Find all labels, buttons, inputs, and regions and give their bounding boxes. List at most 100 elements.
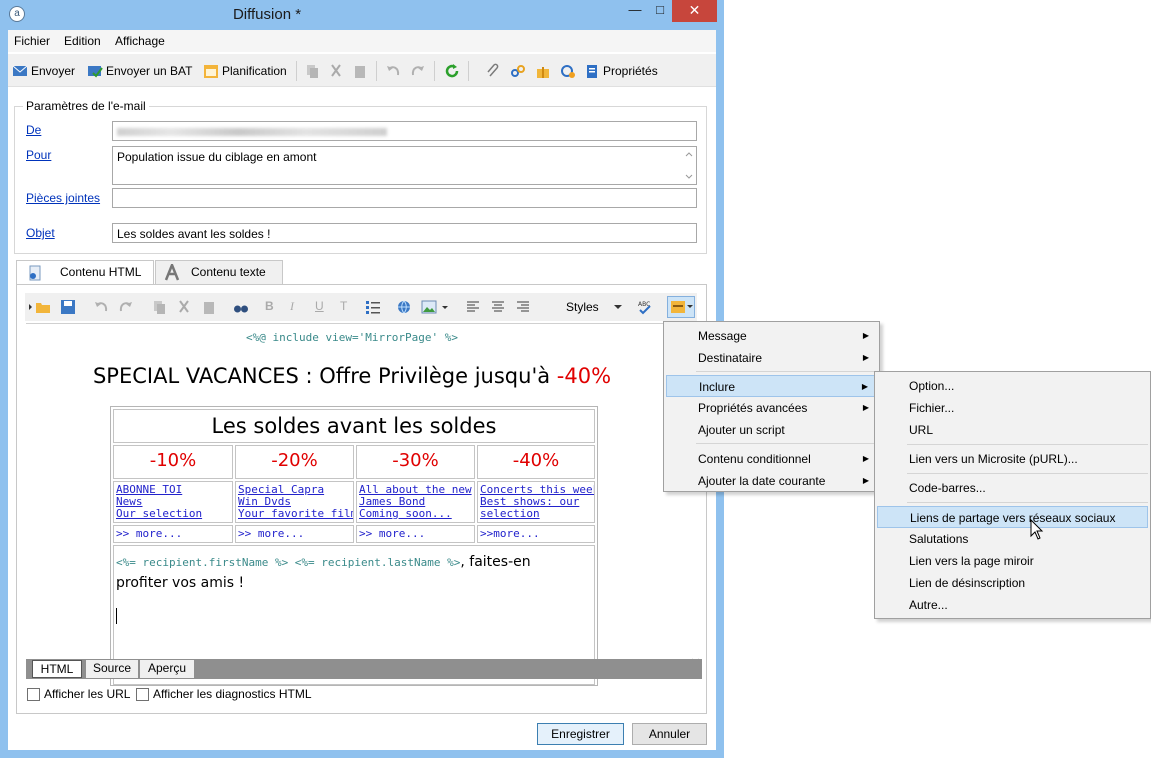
menu-item-destinataire[interactable]: Destinataire ▶ xyxy=(666,347,877,369)
redo-icon[interactable] xyxy=(410,62,426,80)
bullet-list-icon[interactable] xyxy=(365,299,381,315)
to-label[interactable]: Pour xyxy=(26,148,51,162)
menu-item-add-script[interactable]: Ajouter un script xyxy=(666,419,877,441)
image-dropdown-icon[interactable] xyxy=(441,299,449,315)
subject-field[interactable]: Les soldes avant les soldes ! xyxy=(112,223,697,243)
submenu-item-url[interactable]: URL xyxy=(877,419,1148,441)
menu-fichier[interactable]: Fichier xyxy=(14,34,50,48)
menu-item-add-date[interactable]: Ajouter la date courante ▶ xyxy=(666,470,877,492)
tab-source-view[interactable]: Source xyxy=(86,660,138,678)
checkbox-box[interactable] xyxy=(136,687,149,701)
italic-icon[interactable]: I xyxy=(290,299,306,315)
from-field[interactable] xyxy=(112,121,697,141)
folder-open-icon[interactable] xyxy=(35,299,51,315)
content-link[interactable]: Win Dvds xyxy=(236,496,353,508)
underline-icon[interactable]: U xyxy=(315,299,331,315)
submenu-item-mirror-page[interactable]: Lien vers la page miroir xyxy=(877,550,1148,572)
show-diagnostics-checkbox[interactable]: Afficher les diagnostics HTML xyxy=(136,687,312,701)
more-link[interactable]: >>more... xyxy=(477,525,595,543)
link-icon[interactable] xyxy=(510,62,526,80)
content-link[interactable]: ABONNE TOI xyxy=(114,484,232,496)
tab-html-content[interactable]: Contenu HTML xyxy=(16,260,154,285)
minimize-button[interactable]: — xyxy=(623,0,647,22)
submenu-item-microsite[interactable]: Lien vers un Microsite (pURL)... xyxy=(877,448,1148,470)
menu-item-inclure[interactable]: Inclure ▶ xyxy=(666,375,877,397)
content-link[interactable]: Concerts this week xyxy=(478,484,594,496)
show-urls-checkbox[interactable]: Afficher les URL xyxy=(27,687,130,701)
content-link[interactable]: Best shows: our xyxy=(478,496,594,508)
submenu-item-option[interactable]: Option... xyxy=(877,375,1148,397)
submenu-item-greetings[interactable]: Salutations xyxy=(877,528,1148,550)
save-button[interactable]: Enregistrer xyxy=(537,723,624,745)
paperclip-icon[interactable] xyxy=(485,62,501,80)
align-center-icon[interactable] xyxy=(490,299,506,315)
to-scroll-arrows-icon[interactable] xyxy=(684,149,694,182)
align-left-icon[interactable] xyxy=(465,299,481,315)
tab-html-view[interactable]: HTML xyxy=(32,660,82,678)
content-link[interactable]: Special Capra xyxy=(236,484,353,496)
attachments-label[interactable]: Pièces jointes xyxy=(26,191,100,205)
more-link[interactable]: >> more... xyxy=(356,525,475,543)
image-icon[interactable] xyxy=(421,299,437,315)
checkbox-box[interactable] xyxy=(27,687,40,701)
content-link[interactable]: selection xyxy=(478,508,594,520)
more-link[interactable]: >> more... xyxy=(113,525,233,543)
editor-scissors-icon[interactable] xyxy=(176,299,192,315)
send-button[interactable]: Envoyer xyxy=(12,62,75,80)
menu-affichage[interactable]: Affichage xyxy=(115,34,165,48)
discount-cell: -20% xyxy=(235,445,354,479)
menu-item-conditional-content[interactable]: Contenu conditionnel ▶ xyxy=(666,448,877,470)
subject-label[interactable]: Objet xyxy=(26,226,55,240)
editor-copy-icon[interactable] xyxy=(151,299,167,315)
to-field[interactable]: Population issue du ciblage en amont xyxy=(112,146,697,185)
submenu-item-barcode[interactable]: Code-barres... xyxy=(877,477,1148,499)
maximize-button[interactable]: □ xyxy=(648,0,672,22)
send-bat-label: Envoyer un BAT xyxy=(106,64,193,78)
tab-text-content[interactable]: Contenu texte xyxy=(155,260,283,284)
content-link[interactable]: All about the new xyxy=(357,484,474,496)
undo-icon[interactable] xyxy=(385,62,401,80)
submenu-item-other[interactable]: Autre... xyxy=(877,594,1148,616)
binoculars-icon[interactable] xyxy=(233,299,249,315)
submenu-item-unsubscribe[interactable]: Lien de désinscription xyxy=(877,572,1148,594)
menu-edition[interactable]: Edition xyxy=(64,34,101,48)
menu-item-advanced-properties[interactable]: Propriétés avancées ▶ xyxy=(666,397,877,419)
scissors-icon[interactable] xyxy=(328,62,344,80)
insert-menu-button[interactable] xyxy=(667,296,695,318)
close-button[interactable]: ✕ xyxy=(672,0,717,22)
menu-item-message[interactable]: Message ▶ xyxy=(666,325,877,347)
refresh-icon[interactable] xyxy=(444,62,460,80)
content-link[interactable]: Our selection xyxy=(114,508,232,520)
tab-preview[interactable]: Aperçu xyxy=(140,660,194,678)
editor-undo-icon[interactable] xyxy=(93,299,109,315)
globe-link-icon[interactable] xyxy=(396,299,412,315)
from-label[interactable]: De xyxy=(26,123,41,137)
copy-icon[interactable] xyxy=(304,62,320,80)
bold-icon[interactable]: B xyxy=(265,299,281,315)
send-bat-button[interactable]: Envoyer un BAT xyxy=(87,62,192,80)
discount-cell: -30% xyxy=(356,445,475,479)
title-bar[interactable]: a Diffusion * — □ ✕ xyxy=(0,0,724,30)
content-link[interactable]: Your favorite films xyxy=(236,508,353,520)
properties-button[interactable]: Propriétés xyxy=(584,62,658,80)
more-link[interactable]: >> more... xyxy=(235,525,354,543)
editor-paste-icon[interactable] xyxy=(201,299,217,315)
clear-format-icon[interactable]: T xyxy=(340,299,356,315)
styles-dropdown[interactable]: Styles xyxy=(562,297,624,317)
content-link[interactable]: Coming soon... xyxy=(357,508,474,520)
paste-icon[interactable] xyxy=(352,62,368,80)
gift-icon[interactable] xyxy=(535,62,551,80)
content-link[interactable]: James Bond xyxy=(357,496,474,508)
submenu-item-file[interactable]: Fichier... xyxy=(877,397,1148,419)
submenu-item-social-share[interactable]: Liens de partage vers réseaux sociaux xyxy=(877,506,1148,528)
cancel-button[interactable]: Annuler xyxy=(632,723,707,745)
planning-button[interactable]: Planification xyxy=(203,62,287,80)
attachments-field[interactable] xyxy=(112,188,697,208)
align-right-icon[interactable] xyxy=(515,299,531,315)
save-disk-icon[interactable] xyxy=(60,299,76,315)
editor-redo-icon[interactable] xyxy=(118,299,134,315)
content-link[interactable]: News xyxy=(114,496,232,508)
html-edit-area[interactable]: <%@ include view='MirrorPage' %> SPECIAL… xyxy=(26,323,702,686)
spellcheck-icon[interactable]: ABC xyxy=(637,299,653,315)
tracking-icon[interactable] xyxy=(560,62,576,80)
